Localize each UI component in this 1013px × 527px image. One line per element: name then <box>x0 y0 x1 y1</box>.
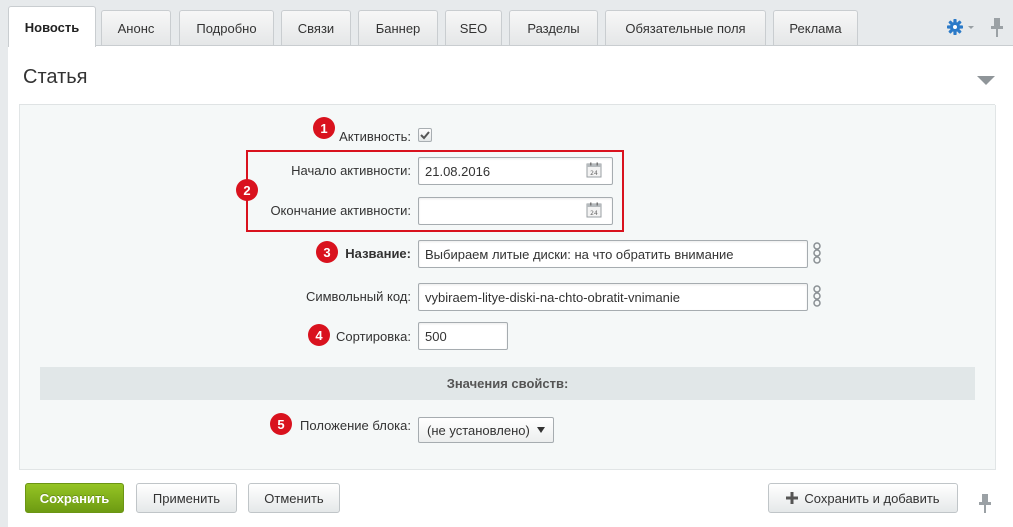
tab-seo[interactable]: SEO <box>445 10 502 46</box>
pin-icon <box>979 494 991 513</box>
chain-link-icon <box>813 242 821 264</box>
code-translit-button[interactable] <box>811 285 823 307</box>
annotation-badge-3: 3 <box>316 241 338 263</box>
active-from-calendar-button[interactable]: 24 <box>586 162 602 178</box>
svg-text:24: 24 <box>590 210 598 217</box>
settings-gear-button[interactable] <box>946 17 976 37</box>
annotation-badge-4: 4 <box>308 324 330 346</box>
tab-sections[interactable]: Разделы <box>509 10 598 46</box>
chain-link-icon <box>813 285 821 307</box>
annotation-badge-5: 5 <box>270 413 292 435</box>
tab-bar: Новость Анонс Подробно Связи Баннер SEO … <box>0 0 1013 47</box>
sort-input[interactable] <box>418 322 508 350</box>
tab-banner[interactable]: Баннер <box>358 10 438 46</box>
active-from-input[interactable] <box>418 157 613 185</box>
code-label: Символьный код: <box>305 289 411 304</box>
block-position-select[interactable]: (не установлено) <box>418 417 554 443</box>
active-to-input[interactable] <box>418 197 613 225</box>
active-checkbox[interactable] <box>418 128 432 142</box>
properties-header: Значения свойств: <box>40 367 975 400</box>
triangle-down-icon <box>977 76 995 85</box>
active-to-calendar-button[interactable]: 24 <box>586 202 602 218</box>
save-button[interactable]: Сохранить <box>25 483 124 513</box>
active-from-label: Начало активности: <box>291 163 411 178</box>
pin-tabs-button[interactable] <box>990 16 1004 38</box>
collapse-section-button[interactable] <box>977 74 995 85</box>
caret-down-icon <box>537 427 545 433</box>
save-and-add-button[interactable]: Сохранить и добавить <box>768 483 958 513</box>
tab-announce[interactable]: Анонс <box>101 10 171 46</box>
save-and-add-label: Сохранить и добавить <box>804 490 940 506</box>
annotation-badge-2: 2 <box>236 179 258 201</box>
cancel-button[interactable]: Отменить <box>248 483 340 513</box>
code-input[interactable] <box>418 283 808 311</box>
tab-news[interactable]: Новость <box>8 6 96 47</box>
checkmark-icon <box>420 131 430 140</box>
section-title: Статья <box>23 66 88 88</box>
active-to-label: Окончание активности: <box>270 203 411 218</box>
annotation-badge-1: 1 <box>313 117 335 139</box>
tab-details[interactable]: Подробно <box>179 10 274 46</box>
plus-icon <box>786 492 799 504</box>
svg-text:24: 24 <box>590 170 598 177</box>
pin-icon <box>991 18 1003 37</box>
tab-advertising[interactable]: Реклама <box>773 10 858 46</box>
calendar-icon: 24 <box>586 202 602 218</box>
active-label: Активность: <box>339 129 411 144</box>
block-position-value: (не установлено) <box>427 422 530 438</box>
name-input[interactable] <box>418 240 808 268</box>
pin-buttons-button[interactable] <box>978 492 992 514</box>
gear-icon <box>947 19 974 35</box>
tab-required-fields[interactable]: Обязательные поля <box>605 10 766 46</box>
apply-button[interactable]: Применить <box>136 483 237 513</box>
sort-label: Сортировка: <box>336 329 411 344</box>
tab-links[interactable]: Связи <box>281 10 351 46</box>
calendar-icon: 24 <box>586 162 602 178</box>
name-translit-button[interactable] <box>811 242 823 264</box>
block-position-label: Положение блока: <box>300 418 411 433</box>
name-label: Название: <box>345 246 411 261</box>
